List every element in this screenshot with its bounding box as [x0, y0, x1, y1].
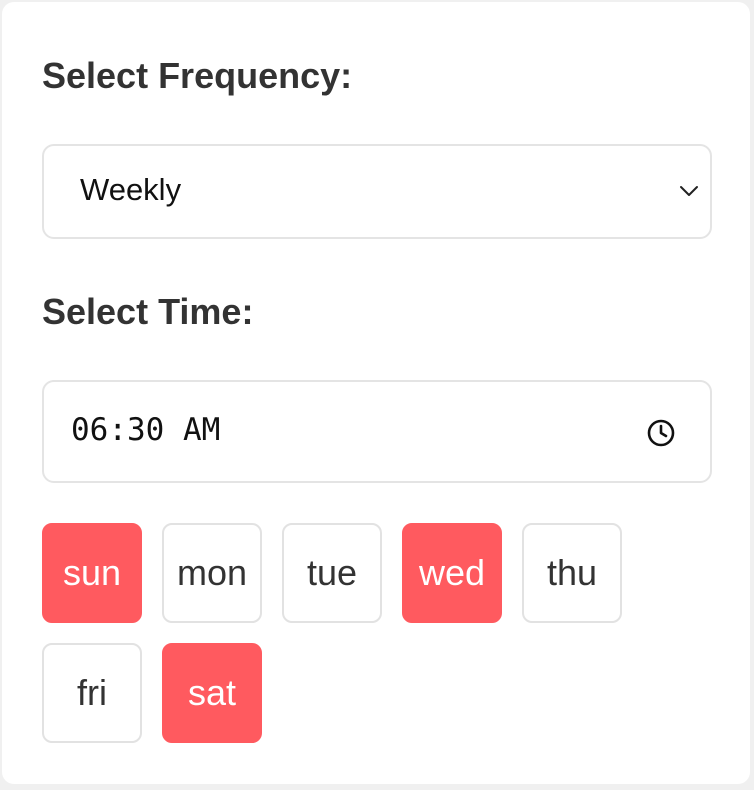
chevron-down-icon: [680, 186, 698, 196]
scheduler-card: Select Frequency: Weekly Select Time: 06…: [2, 2, 750, 784]
day-toggle-mon[interactable]: mon: [162, 523, 262, 623]
day-toggle-wed[interactable]: wed: [402, 523, 502, 623]
time-value: 06:30 AM: [71, 412, 221, 448]
frequency-select[interactable]: Weekly: [42, 144, 712, 239]
day-toggle-sun[interactable]: sun: [42, 523, 142, 623]
day-toggle-thu[interactable]: thu: [522, 523, 622, 623]
day-toggle-fri[interactable]: fri: [42, 643, 142, 743]
frequency-label: Select Frequency:: [42, 55, 353, 96]
day-toggle-sat[interactable]: sat: [162, 643, 262, 743]
frequency-selected-value: Weekly: [80, 172, 182, 207]
time-label: Select Time:: [42, 291, 254, 332]
time-input[interactable]: 06:30 AM: [42, 380, 712, 483]
day-toggle-tue[interactable]: tue: [282, 523, 382, 623]
clock-icon[interactable]: [646, 418, 676, 448]
